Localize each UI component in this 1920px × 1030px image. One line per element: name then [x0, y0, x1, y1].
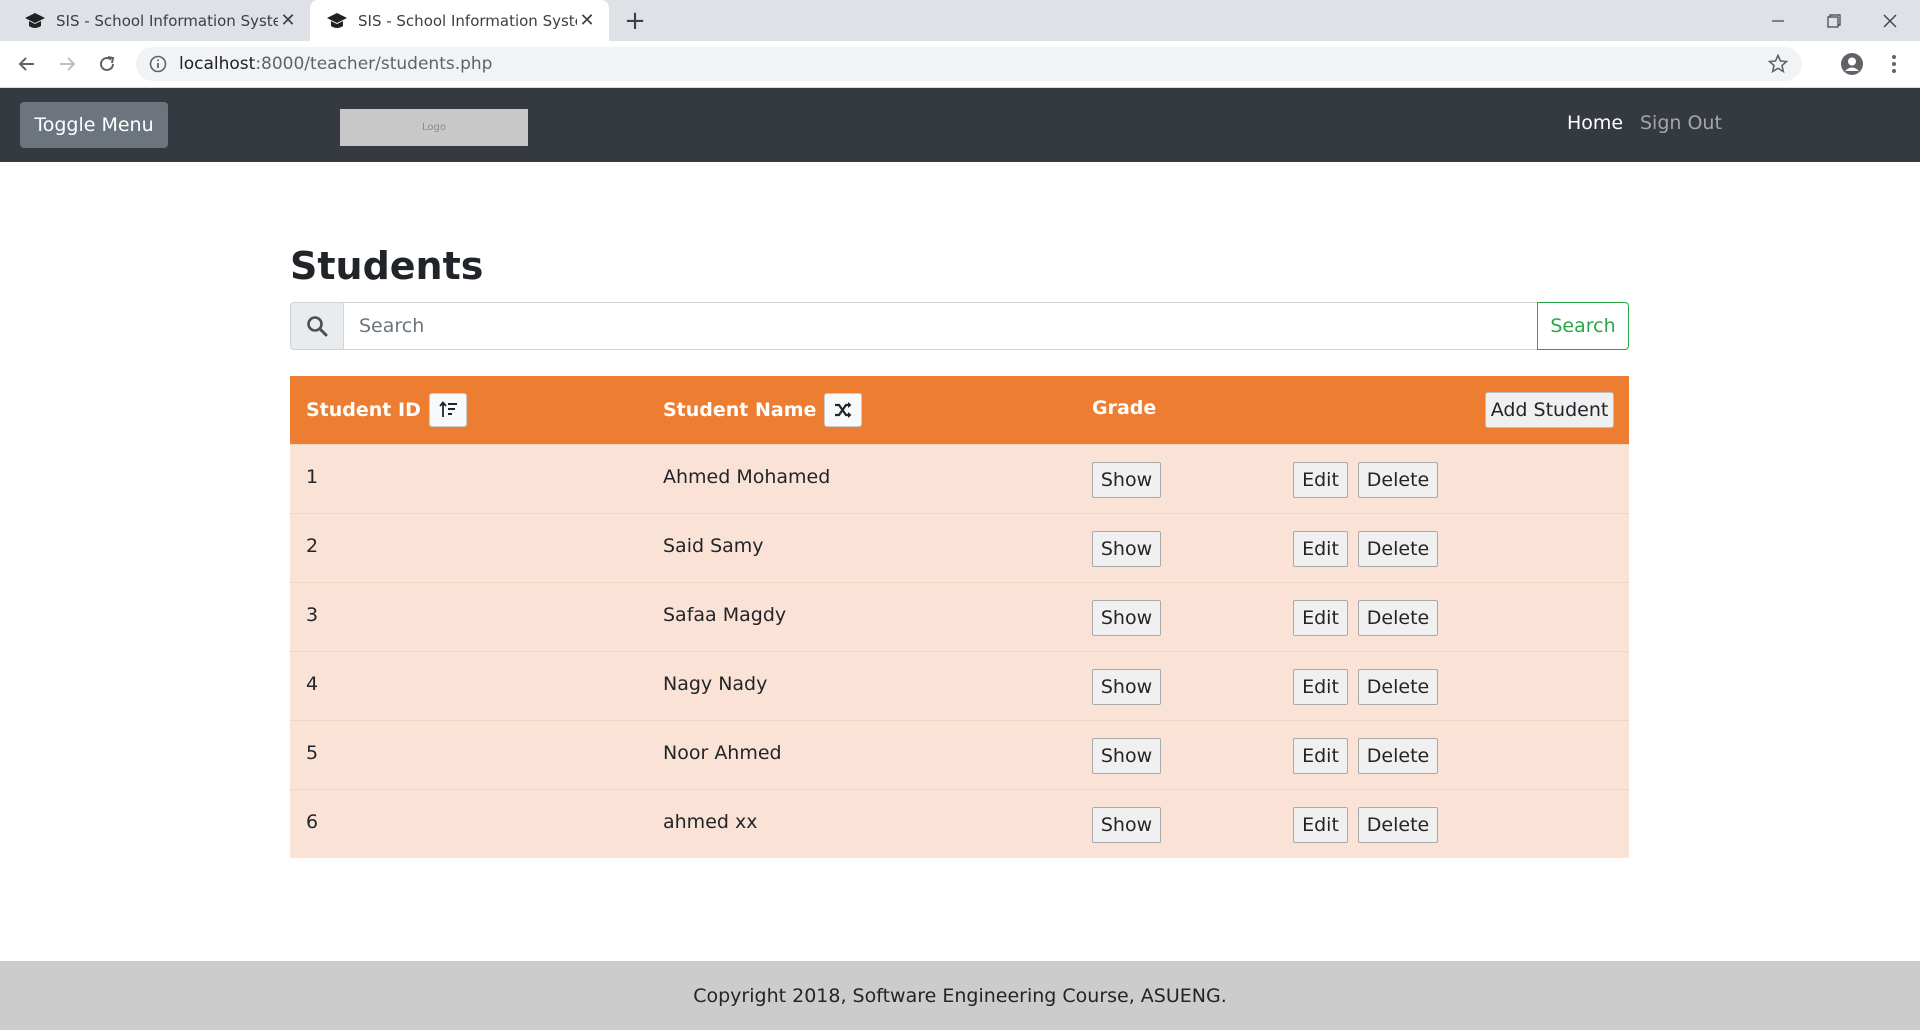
column-label: Student ID [306, 399, 421, 421]
delete-student-button[interactable]: Delete [1358, 600, 1438, 636]
page-title: Students [290, 244, 484, 288]
student-name-cell: Safaa Magdy [663, 603, 787, 626]
delete-student-button[interactable]: Delete [1358, 738, 1438, 774]
edit-student-button[interactable]: Edit [1293, 600, 1348, 636]
student-name-cell: Ahmed Mohamed [663, 465, 831, 488]
show-grade-button[interactable]: Show [1092, 531, 1161, 567]
student-id-cell: 1 [306, 465, 319, 488]
close-tab-icon[interactable]: ✕ [577, 10, 597, 31]
url-host: localhost [179, 54, 256, 74]
search-icon [290, 302, 344, 350]
footer: Copyright 2018, Software Engineering Cou… [0, 961, 1920, 1030]
show-grade-button[interactable]: Show [1092, 669, 1161, 705]
table-row: 5 Noor Ahmed Show Edit Delete [290, 720, 1629, 789]
forward-icon[interactable] [52, 49, 82, 79]
browser-toolbar: localhost:8000/teacher/students.php [0, 41, 1920, 88]
table-row: 1 Ahmed Mohamed Show Edit Delete [290, 444, 1629, 513]
edit-student-button[interactable]: Edit [1293, 738, 1348, 774]
graduation-cap-icon [326, 10, 348, 32]
profile-icon[interactable] [1838, 50, 1866, 78]
show-grade-button[interactable]: Show [1092, 600, 1161, 636]
show-grade-button[interactable]: Show [1092, 738, 1161, 774]
graduation-cap-icon [24, 10, 46, 32]
delete-student-button[interactable]: Delete [1358, 807, 1438, 843]
close-window-icon[interactable] [1862, 0, 1918, 41]
student-name-cell: Said Samy [663, 534, 764, 557]
address-bar[interactable]: localhost:8000/teacher/students.php [136, 47, 1802, 81]
column-label: Grade [1092, 397, 1157, 419]
student-id-cell: 4 [306, 672, 319, 695]
column-header-student-id: Student ID [306, 376, 467, 444]
edit-student-button[interactable]: Edit [1293, 462, 1348, 498]
delete-student-button[interactable]: Delete [1358, 531, 1438, 567]
students-table: Student ID Student Name Grade Add Studen… [290, 376, 1629, 858]
close-tab-icon[interactable]: ✕ [278, 10, 298, 31]
table-header: Student ID Student Name Grade Add Studen… [290, 376, 1629, 444]
back-icon[interactable] [12, 49, 42, 79]
column-header-grade: Grade [1092, 374, 1156, 442]
url-text: localhost:8000/teacher/students.php [179, 54, 492, 74]
kebab-menu-icon[interactable] [1880, 50, 1908, 78]
show-grade-button[interactable]: Show [1092, 462, 1161, 498]
column-label: Student Name [663, 399, 817, 421]
shuffle-icon[interactable] [824, 393, 863, 427]
edit-student-button[interactable]: Edit [1293, 669, 1348, 705]
nav-sign-out-link[interactable]: Sign Out [1640, 112, 1722, 134]
minimize-icon[interactable] [1750, 0, 1806, 41]
table-row: 2 Said Samy Show Edit Delete [290, 513, 1629, 582]
logo[interactable]: Logo [340, 109, 528, 146]
table-row: 6 ahmed xx Show Edit Delete [290, 789, 1629, 858]
tab-title: SIS - School Information System [56, 11, 278, 30]
table-body: 1 Ahmed Mohamed Show Edit Delete 2 Said Samy Sh… [290, 444, 1629, 858]
delete-student-button[interactable]: Delete [1358, 669, 1438, 705]
edit-student-button[interactable]: Edit [1293, 807, 1348, 843]
sort-ascending-icon[interactable] [428, 393, 467, 427]
site-navbar: Toggle Menu Logo Home Sign Out [0, 88, 1920, 162]
student-id-cell: 3 [306, 603, 319, 626]
table-row: 3 Safaa Magdy Show Edit Delete [290, 582, 1629, 651]
student-name-cell: Nagy Nady [663, 672, 768, 695]
add-student-button[interactable]: Add Student [1485, 392, 1614, 428]
student-name-cell: Noor Ahmed [663, 741, 782, 764]
new-tab-icon[interactable]: + [620, 6, 650, 36]
toggle-menu-button[interactable]: Toggle Menu [20, 102, 168, 148]
bookmark-star-icon[interactable] [1767, 53, 1789, 74]
column-header-student-name: Student Name [663, 376, 863, 444]
browser-tab-active[interactable]: SIS - School Information System ✕ [310, 0, 609, 41]
tab-title: SIS - School Information System [358, 11, 577, 30]
show-grade-button[interactable]: Show [1092, 807, 1161, 843]
info-icon[interactable] [149, 55, 167, 73]
search-group: Search [290, 302, 1629, 350]
browser-tab[interactable]: SIS - School Information System ✕ [8, 0, 310, 41]
student-id-cell: 5 [306, 741, 319, 764]
edit-student-button[interactable]: Edit [1293, 531, 1348, 567]
table-row: 4 Nagy Nady Show Edit Delete [290, 651, 1629, 720]
search-input[interactable] [344, 302, 1537, 350]
reload-icon[interactable] [92, 49, 122, 79]
search-button[interactable]: Search [1537, 302, 1629, 350]
browser-tab-bar: SIS - School Information System ✕ SIS - … [0, 0, 1920, 41]
delete-student-button[interactable]: Delete [1358, 462, 1438, 498]
footer-copyright: Copyright 2018, Software Engineering Cou… [693, 984, 1227, 1007]
nav-home-link[interactable]: Home [1567, 112, 1623, 134]
student-id-cell: 6 [306, 810, 319, 833]
url-path: :8000/teacher/students.php [255, 54, 493, 74]
restore-icon[interactable] [1806, 0, 1862, 41]
student-name-cell: ahmed xx [663, 810, 758, 833]
student-id-cell: 2 [306, 534, 319, 557]
